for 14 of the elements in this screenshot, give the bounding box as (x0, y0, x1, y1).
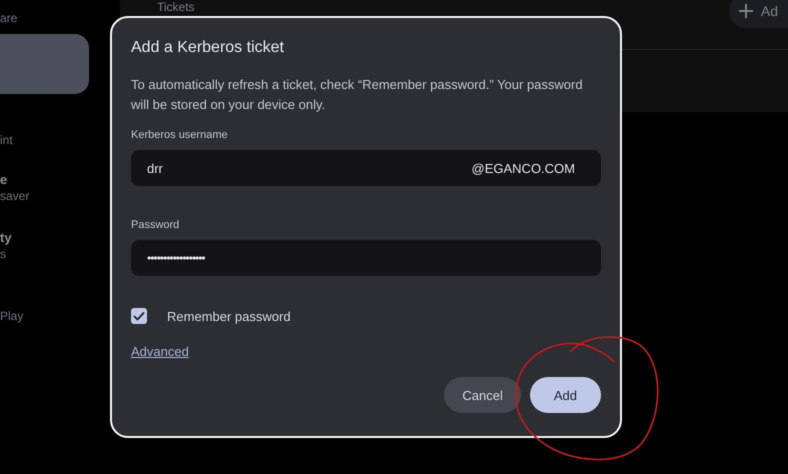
input-field[interactable]: drr @EGANCO.COM (131, 150, 601, 186)
add-button[interactable]: Add (530, 377, 601, 413)
dialog-title: Add a Kerberos ticket (131, 38, 285, 58)
password-field[interactable]: •••••••••••••••••• (131, 240, 601, 276)
advanced-link[interactable]: Advanced (131, 344, 189, 359)
field-label: Kerberos username (131, 129, 229, 141)
checkbox-label: Remember password (167, 308, 291, 324)
section-title: Tickets (157, 0, 195, 14)
cancel-button[interactable]: Cancel (444, 377, 521, 413)
plus-icon (738, 4, 753, 18)
field-label: Password (131, 219, 180, 231)
dialog-description: To automatically refresh a ticket, check “Remember password.” Your password will be stored on your device only. (131, 76, 584, 114)
add-button[interactable]: Ad (728, 0, 788, 28)
checkbox[interactable] (131, 308, 147, 324)
